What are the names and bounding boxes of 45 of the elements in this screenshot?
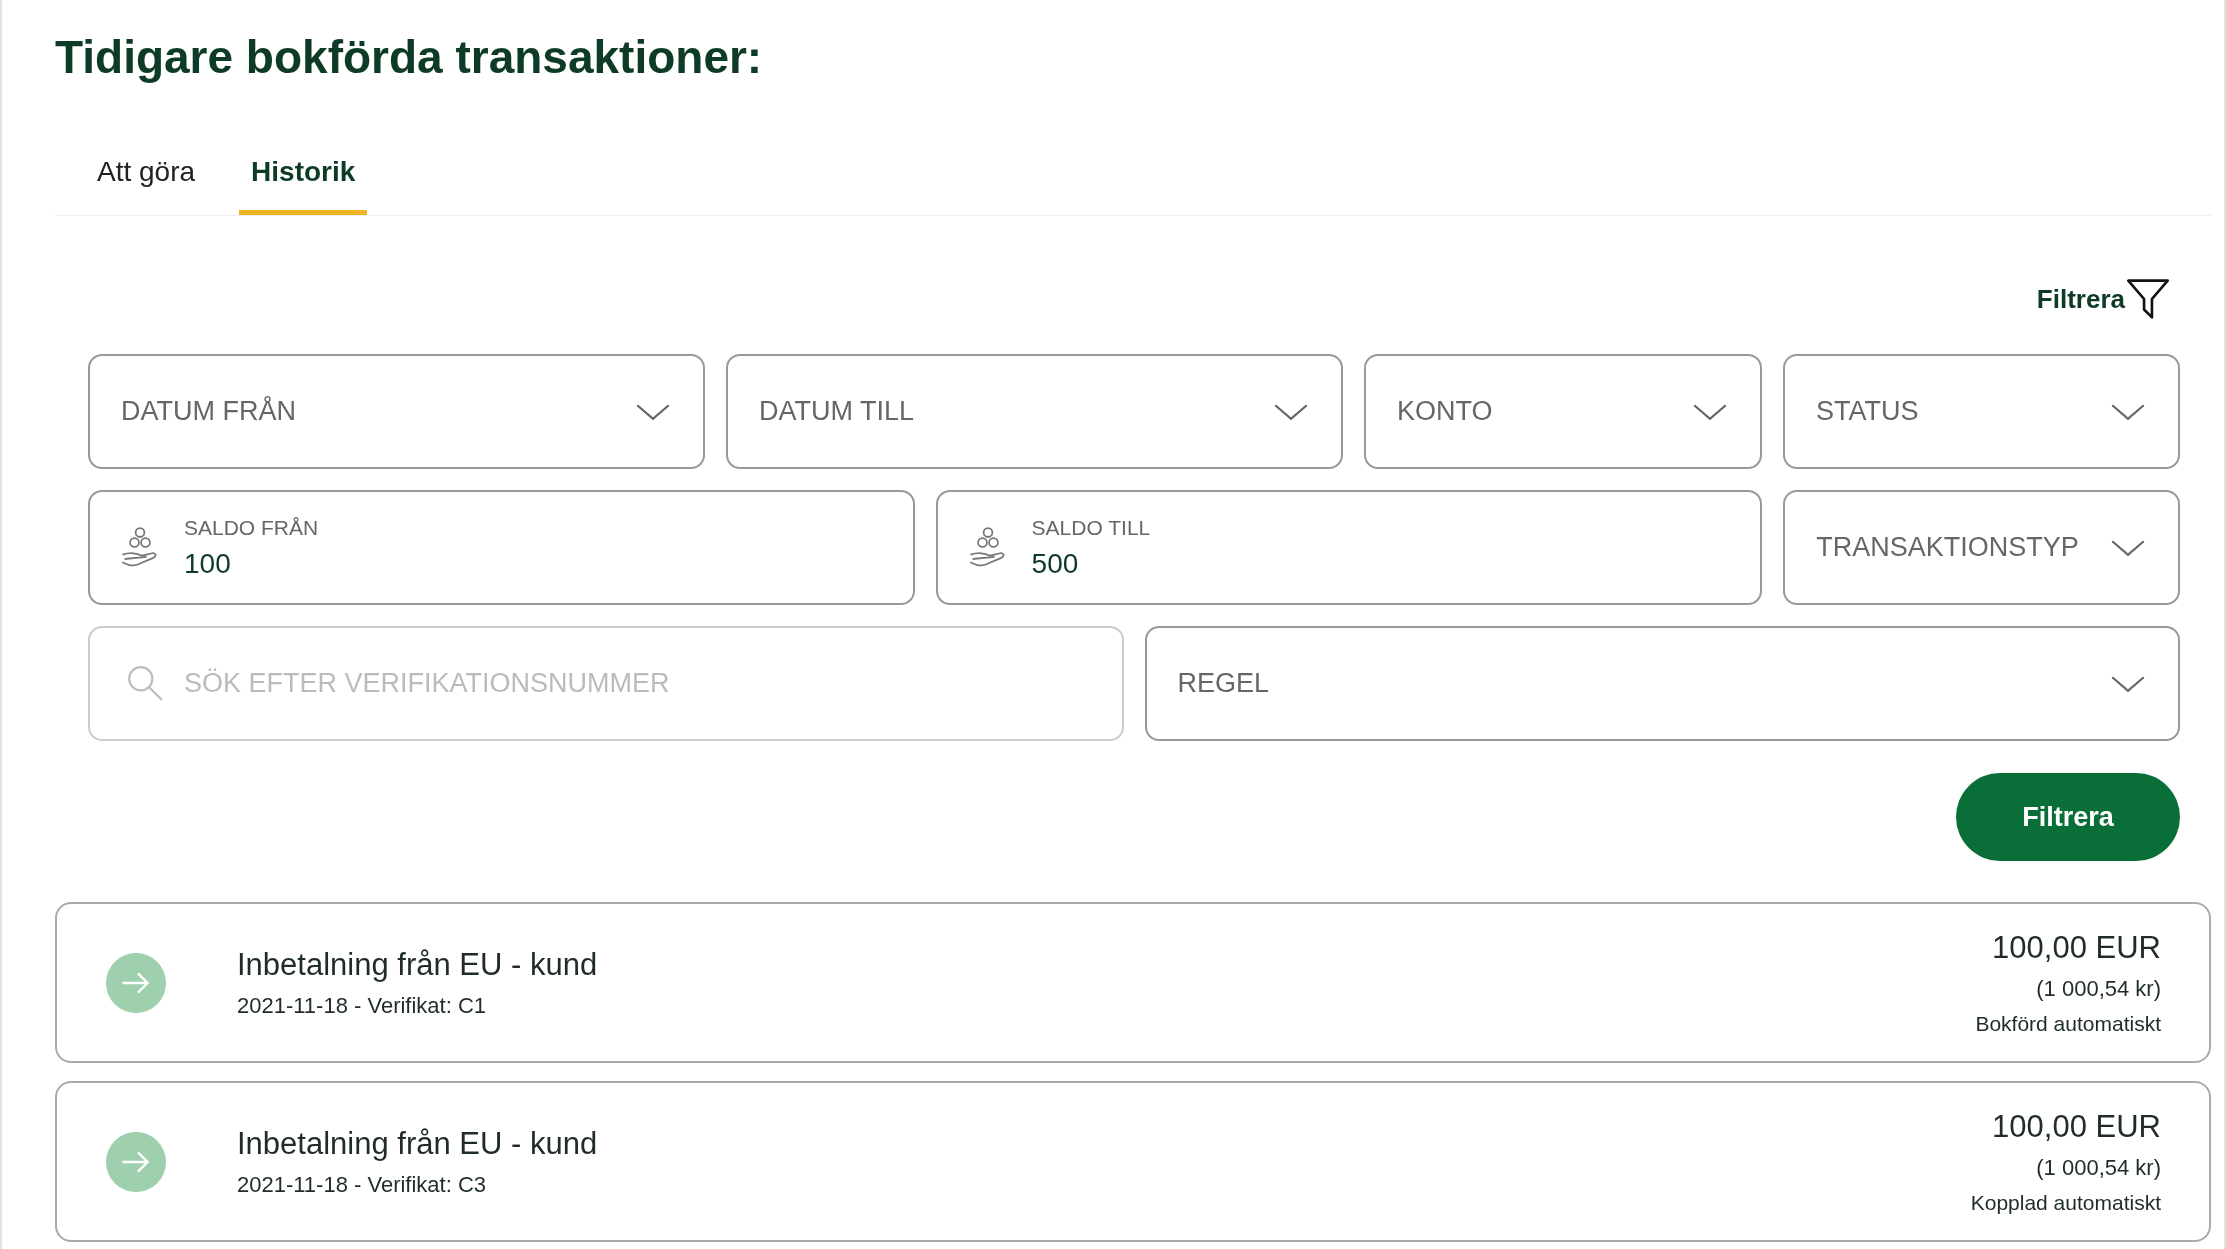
dropdown-label: DATUM TILL [759,396,915,427]
dropdown-label: REGEL [1177,668,1270,699]
filter-icon [2127,278,2169,320]
chevron-down-icon [2110,402,2146,421]
tab[interactable]: Historik [239,156,368,215]
dropdown-field[interactable]: KONTO [1364,354,1762,469]
dropdown-field[interactable]: DATUM TILL [726,354,1343,469]
chevron-down-icon [1692,402,1728,421]
dropdown-label: DATUM FRÅN [121,396,296,427]
dropdown-label: TRANSAKTIONSTYP [1816,532,2079,563]
tab[interactable]: Att göra [97,156,196,215]
field-value: 500 [1031,547,1080,580]
status-text: Bokförd automatiskt [1975,1011,2161,1036]
amount-field[interactable]: SALDO FRÅN 100 [88,490,915,605]
transaction-meta: 2021-11-18 - Verifikat: C1 [237,992,488,1019]
transaction-meta: 2021-11-18 - Verifikat: C3 [237,1171,488,1198]
dropdown-field[interactable]: TRANSAKTIONSTYP [1783,490,2180,605]
amount-field[interactable]: SALDO TILL 500 [935,490,1763,605]
search-field[interactable]: SÖK EFTER VERIFIKATIONSNUMMER [88,626,1124,741]
amount-sek-text: (1 000,54 kr) [2036,1154,2161,1181]
amount-sek-text: (1 000,54 kr) [2036,975,2161,1002]
filter-toggle-link[interactable]: Filtrera [2036,278,2169,320]
transaction-title: Inbetalning från EU - kund [237,1125,599,1162]
page-title: Tidigare bokförda transaktioner: [55,30,764,85]
dropdown-field[interactable]: DATUM FRÅN [88,354,705,469]
dropdown-label: STATUS [1816,396,1919,427]
status-text: Kopplad automatiskt [1970,1190,2161,1215]
chevron-down-icon [1273,402,1309,421]
dropdown-label: KONTO [1397,396,1493,427]
amount-text: 100,00 EUR [1992,1108,2161,1145]
arrow-right-icon [105,951,167,1014]
dropdown-field[interactable]: STATUS [1783,354,2180,469]
chevron-down-icon [2110,538,2146,557]
transaction-card[interactable]: Inbetalning från EU - kund 2021-11-18 - Verifikat: C3 100,00 EUR (1 000,54 kr) Kopplad automatiskt [55,1081,2211,1242]
chevron-down-icon [635,402,671,421]
dropdown-field[interactable]: REGEL [1144,626,2180,741]
amount-text: 100,00 EUR [1992,929,2161,966]
field-label: SALDO FRÅN [184,515,319,540]
transaction-card[interactable]: Inbetalning från EU - kund 2021-11-18 - Verifikat: C1 100,00 EUR (1 000,54 kr) Bokförd automatiskt [55,902,2211,1063]
filter-button[interactable]: Filtrera [1956,773,2180,861]
transaction-title: Inbetalning från EU - kund [237,946,599,983]
field-value: 100 [184,547,232,580]
field-label: SALDO TILL [1031,515,1151,540]
arrow-right-icon [105,1130,167,1193]
chevron-down-icon [2110,674,2146,693]
